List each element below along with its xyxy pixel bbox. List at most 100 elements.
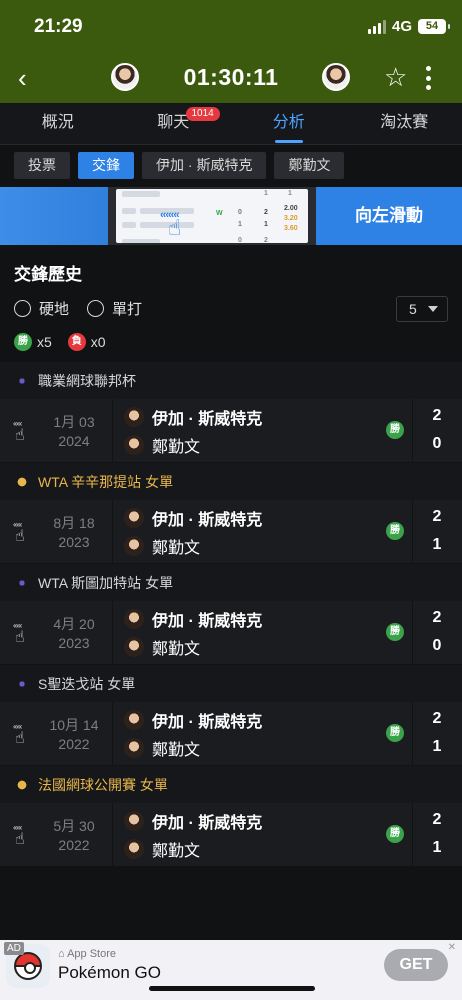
player1-row: 伊加 · 斯威特克 xyxy=(124,809,262,833)
score-player1: 2 xyxy=(432,710,442,727)
player1-avatar-icon xyxy=(124,609,144,629)
tab-analysis[interactable]: 分析 xyxy=(231,103,347,144)
result-badge: 勝 xyxy=(386,623,404,641)
losses-count: x0 xyxy=(90,334,106,350)
tournament-header[interactable]: S聖迭戈站 女單 xyxy=(0,665,462,702)
player2-row: 鄭勤文 xyxy=(124,736,200,760)
banner-left-panel xyxy=(0,187,108,245)
player2-row: 鄭勤文 xyxy=(124,837,200,861)
score-player2: 1 xyxy=(432,839,442,856)
win-badge: 勝 xyxy=(14,333,32,351)
tournament-name: WTA 辛辛那提站 女單 xyxy=(38,473,174,490)
swipe-hand-icon: ‹‹‹‹‹ ☝ xyxy=(13,419,25,444)
player2-avatar-icon xyxy=(124,738,144,758)
ad-banner[interactable]: AD ⌂ App Store Pokémon GO GET ✕ xyxy=(0,940,462,1000)
tournament-name: S聖迭戈站 女單 xyxy=(38,675,136,692)
player2-avatar[interactable] xyxy=(322,63,350,91)
ad-store-label: ⌂ App Store xyxy=(58,948,117,960)
result-badge: 勝 xyxy=(386,724,404,742)
player2-row: 鄭勤文 xyxy=(124,433,200,457)
score-player1: 2 xyxy=(432,609,442,626)
subtab-vote[interactable]: 投票 xyxy=(14,152,70,179)
player2-avatar-icon xyxy=(124,435,144,455)
tournament-header[interactable]: WTA 辛辛那提站 女單 xyxy=(0,463,462,500)
swipe-hint-banner[interactable]: ‹‹‹‹‹‹‹ ☝ W 0 1 2 1 2.00 3.20 3.60 1 1 2… xyxy=(0,187,462,245)
home-indicator xyxy=(149,986,315,991)
ad-close-icon[interactable]: ✕ xyxy=(448,942,456,953)
ad-app-name: Pokémon GO xyxy=(58,963,161,982)
player1-name: 伊加 · 斯威特克 xyxy=(152,411,263,428)
player1-row: 伊加 · 斯威特克 xyxy=(124,405,262,429)
loss-badge: 負 xyxy=(67,333,86,351)
radio-icon xyxy=(14,300,31,317)
match-date: 5月 30 2022 xyxy=(53,818,95,853)
match-date: 8月 18 2023 xyxy=(53,515,95,550)
player1-avatar-icon xyxy=(124,508,144,528)
filter-singles-radio[interactable]: 單打 xyxy=(87,298,142,319)
swipe-left-button[interactable]: 向左滑動 xyxy=(316,187,462,245)
result-badge: 勝 xyxy=(386,522,404,540)
pokeball-icon xyxy=(14,952,42,980)
player1-row: 伊加 · 斯威特克 xyxy=(124,607,262,631)
hand-pointer-icon: ☝ xyxy=(168,215,182,240)
match-row[interactable]: ‹‹‹‹‹ ☝ 10月 14 2022 伊加 · 斯威特克 鄭勤文 勝 2 1 xyxy=(0,702,462,766)
player1-avatar-icon xyxy=(124,407,144,427)
tournament-logo-icon xyxy=(14,474,30,489)
tournament-name: 法國網球公開賽 女單 xyxy=(38,776,168,793)
match-row[interactable]: ‹‹‹‹‹ ☝ 8月 18 2023 伊加 · 斯威特克 鄭勤文 勝 2 1 xyxy=(0,500,462,564)
status-indicators: 4G 54 xyxy=(367,18,450,35)
tournament-logo-icon xyxy=(14,777,30,792)
subtab-h2h[interactable]: 交鋒 xyxy=(78,152,134,179)
ad-label: AD xyxy=(4,942,24,955)
player2-name: 鄭勤文 xyxy=(152,540,201,557)
filter-hardcourt-radio[interactable]: 硬地 xyxy=(14,298,69,319)
ad-get-button[interactable]: GET xyxy=(384,949,448,981)
result-badge: 勝 xyxy=(386,421,404,439)
tab-knockout[interactable]: 淘汰賽 xyxy=(347,103,462,144)
player1-row: 伊加 · 斯威特克 xyxy=(124,708,262,732)
player1-name: 伊加 · 斯威特克 xyxy=(152,613,263,630)
player1-name: 伊加 · 斯威特克 xyxy=(152,815,263,832)
match-count-select[interactable]: 5 xyxy=(396,296,448,322)
app-root: 21:29 4G 54 ‹ 01:30:11 ☆ 概況 聊天 1014 分析 淘汰… xyxy=(0,0,462,1000)
tournament-header[interactable]: 法國網球公開賽 女單 xyxy=(0,766,462,803)
subtab-player2[interactable]: 鄭勤文 xyxy=(274,152,345,179)
score-player1: 2 xyxy=(432,407,442,424)
h2h-record: 勝 x5 負 x0 xyxy=(14,333,106,351)
match-row[interactable]: ‹‹‹‹‹ ☝ 1月 03 2024 伊加 · 斯威特克 鄭勤文 勝 2 0 xyxy=(0,399,462,463)
tournament-logo-icon xyxy=(14,575,30,590)
tab-chat[interactable]: 聊天 1014 xyxy=(116,103,232,144)
tournament-name: 職業網球聯邦杯 xyxy=(38,372,136,389)
score-player1: 2 xyxy=(432,508,442,525)
tournament-header[interactable]: WTA 斯圖加特站 女單 xyxy=(0,564,462,601)
swipe-hand-icon: ‹‹‹‹‹ ☝ xyxy=(13,520,25,545)
main-tabs: 概況 聊天 1014 分析 淘汰賽 xyxy=(0,103,462,145)
swipe-hand-icon: ‹‹‹‹‹ ☝ xyxy=(13,621,25,646)
tournament-name: WTA 斯圖加特站 女單 xyxy=(38,574,174,591)
tab-overview[interactable]: 概況 xyxy=(0,103,116,144)
score-player1: 2 xyxy=(432,811,442,828)
match-row[interactable]: ‹‹‹‹‹ ☝ 5月 30 2022 伊加 · 斯威特克 鄭勤文 勝 2 1 xyxy=(0,803,462,867)
favorite-star-icon[interactable]: ☆ xyxy=(384,62,410,92)
result-badge: 勝 xyxy=(386,825,404,843)
wins-count: x5 xyxy=(37,334,52,350)
match-list: 職業網球聯邦杯 ‹‹‹‹‹ ☝ 1月 03 2024 伊加 · 斯威特克 鄭勤文勝 2 0 WTA… xyxy=(0,362,462,867)
player2-name: 鄭勤文 xyxy=(152,641,201,658)
tournament-logo-icon xyxy=(14,373,30,388)
subtab-player1[interactable]: 伊加 · 斯威特克 xyxy=(142,152,267,179)
h2h-title: 交鋒歷史 xyxy=(14,265,82,284)
match-row[interactable]: ‹‹‹‹‹ ☝ 4月 20 2023 伊加 · 斯威特克 鄭勤文 勝 2 0 xyxy=(0,601,462,665)
player2-avatar-icon xyxy=(124,637,144,657)
status-time: 21:29 xyxy=(34,16,83,37)
player1-avatar-icon xyxy=(124,710,144,730)
h2h-filters: 硬地 單打 xyxy=(14,298,142,319)
tournament-header[interactable]: 職業網球聯邦杯 xyxy=(0,362,462,399)
more-options-icon[interactable] xyxy=(426,66,432,90)
player2-row: 鄭勤文 xyxy=(124,635,200,659)
match-date: 10月 14 2022 xyxy=(49,717,99,752)
score-player2: 0 xyxy=(432,435,442,452)
player2-avatar-icon xyxy=(124,839,144,859)
caret-down-icon xyxy=(428,306,438,312)
swipe-hand-icon: ‹‹‹‹‹ ☝ xyxy=(13,722,25,747)
tournament-logo-icon xyxy=(14,676,30,691)
